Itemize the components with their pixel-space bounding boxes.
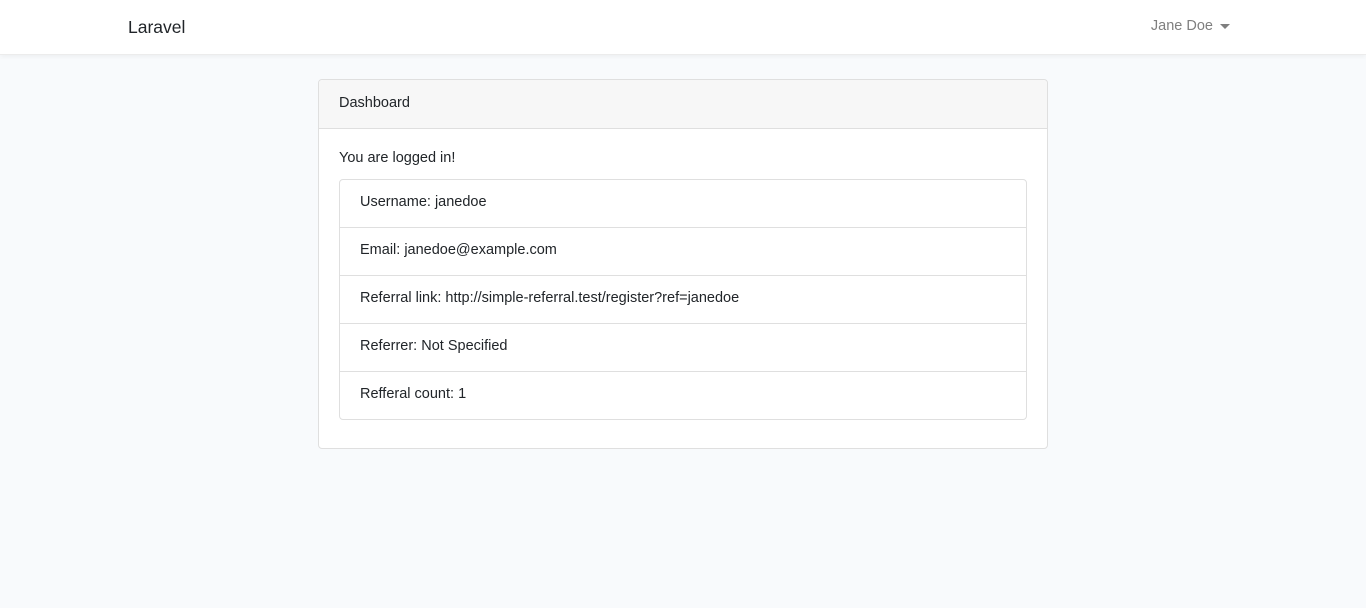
user-name: Jane Doe — [1150, 18, 1213, 34]
list-item-referral-count: Refferal count: 1 — [360, 386, 467, 402]
card-header: Dashboard — [319, 80, 1047, 129]
card-body: You are logged in! Username: janedoe Ema… — [319, 129, 1047, 440]
user-dropdown-toggle[interactable]: Jane Doe — [1151, 18, 1230, 34]
user-info-list: Username: janedoe Email: janedoe@example… — [339, 179, 1027, 420]
dashboard-card: Dashboard You are logged in! Username: j… — [318, 79, 1048, 449]
list-item-referral-link: Referral link: http://simple-referral.te… — [340, 276, 1026, 324]
list-item-username: Username: janedoe — [340, 180, 1026, 228]
list-item-referrer: Referrer: Not Specified — [340, 324, 1026, 372]
list-item-email: Email: janedoe@example.com — [340, 228, 1026, 276]
top-navbar: Laravel Jane Doe — [0, 0, 1366, 55]
brand-link[interactable]: Laravel — [128, 17, 185, 38]
caret-down-icon — [1220, 24, 1230, 29]
login-status: You are logged in! — [339, 150, 456, 166]
